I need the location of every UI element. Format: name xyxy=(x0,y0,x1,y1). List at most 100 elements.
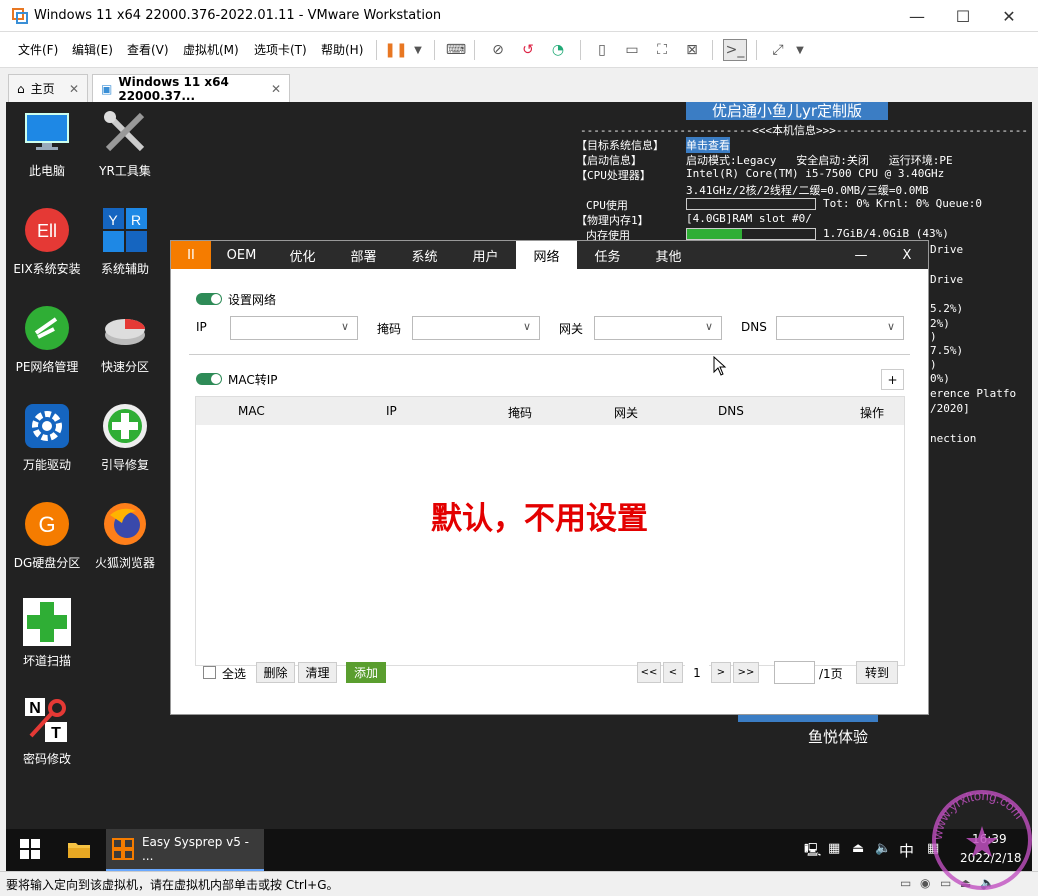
desktop-icon-boot-repair[interactable]: 引导修复 xyxy=(86,402,164,473)
desktop-icon-dg-partition[interactable]: G DG硬盘分区 xyxy=(8,500,86,571)
menu-view[interactable]: 查看(V) xyxy=(127,41,169,58)
pause-icon[interactable]: ❚❚ xyxy=(384,39,408,61)
mac-to-ip-toggle[interactable] xyxy=(196,373,222,385)
add-row-button[interactable]: + xyxy=(881,369,904,390)
ime-indicator[interactable]: 中 xyxy=(899,840,914,861)
windows-start-icon[interactable] xyxy=(20,839,40,859)
desktop-icon-firefox[interactable]: 火狐浏览器 xyxy=(86,500,164,571)
revert-snapshot-icon[interactable]: ↺ xyxy=(516,39,540,61)
info-cpu-value-2: 3.41GHz/2核/2线程/二缓=0.0MB/三缓=0.0MB xyxy=(686,184,929,197)
watermark-logo xyxy=(738,714,878,722)
network-tray-icon[interactable]: 🖳 xyxy=(804,841,821,863)
menu-bar: 文件(F) 编辑(E) 查看(V) 虚拟机(M) 选项卡(T) 帮助(H) ❚❚… xyxy=(0,32,1038,68)
send-keys-icon[interactable]: ⌨ xyxy=(444,39,468,61)
clear-button[interactable]: 清理 xyxy=(298,662,337,683)
taskbar-app-sysprep[interactable]: Easy Sysprep v5 - ... xyxy=(106,829,264,871)
desktop-icon-quick-partition[interactable]: 快速分区 xyxy=(86,304,164,375)
tab-pause[interactable]: II xyxy=(171,241,211,269)
tab-vm[interactable]: ▣ Windows 11 x64 22000.37... ✕ xyxy=(92,74,290,103)
window-title: Windows 11 x64 22000.376-2022.01.11 - VM… xyxy=(34,8,442,23)
add-button[interactable]: 添加 xyxy=(346,662,386,683)
info-fragment: 5.2%) xyxy=(930,302,964,315)
dialog-minimize-button[interactable]: — xyxy=(841,241,881,269)
info-fragment: Drive xyxy=(930,243,964,256)
tab-oem[interactable]: OEM xyxy=(211,241,272,269)
info-target-value[interactable]: 单击查看 xyxy=(686,137,730,153)
tab-other[interactable]: 其他 xyxy=(638,241,699,269)
chevron-down-icon[interactable]: ▼ xyxy=(788,39,812,61)
info-cpu-use-value: Tot: 0% Krnl: 0% Queue:0 xyxy=(823,197,982,210)
info-header: --------------------------<<<本机信息>>>----… xyxy=(580,124,1028,137)
desktop-icon-system-assist[interactable]: YR 系统辅助 xyxy=(86,206,164,277)
stretch-icon[interactable]: ⤢ xyxy=(766,39,790,61)
tab-network[interactable]: 网络 xyxy=(516,241,577,269)
set-network-toggle[interactable] xyxy=(196,293,222,305)
menu-file[interactable]: 文件(F) xyxy=(18,41,58,58)
menu-help[interactable]: 帮助(H) xyxy=(321,41,363,58)
tab-task[interactable]: 任务 xyxy=(577,241,638,269)
desktop-icon-password[interactable]: NT 密码修改 xyxy=(8,696,86,767)
close-button[interactable]: ✕ xyxy=(986,0,1032,32)
desktop-icon-driver[interactable]: 万能驱动 xyxy=(8,402,86,473)
tab-deploy[interactable]: 部署 xyxy=(333,241,394,269)
unity-icon[interactable]: ⊠ xyxy=(680,39,704,61)
menu-vm[interactable]: 虚拟机(M) xyxy=(183,41,239,58)
sidebar-toggle-icon[interactable]: ▯ xyxy=(590,39,614,61)
svg-text:G: G xyxy=(38,512,55,537)
file-explorer-icon[interactable] xyxy=(67,839,91,859)
tab-home[interactable]: ⌂ 主页 ✕ xyxy=(8,74,88,102)
terminal-icon[interactable]: >_ xyxy=(723,39,747,61)
console-view-icon[interactable]: ▭ xyxy=(620,39,644,61)
tab-system[interactable]: 系统 xyxy=(394,241,455,269)
usb-tray-icon[interactable]: ⏏ xyxy=(852,841,864,856)
mask-select[interactable]: ∨ xyxy=(412,316,540,340)
quick-partition-icon xyxy=(101,304,149,352)
fullscreen-icon[interactable]: ⛶ xyxy=(650,39,674,61)
info-cpu-use-label: CPU使用 xyxy=(586,199,628,212)
color-tray-icon[interactable]: ▦ xyxy=(828,841,840,856)
vmware-logo-icon xyxy=(12,8,28,24)
goto-button[interactable]: 转到 xyxy=(856,661,898,684)
desktop-icon-label: 万能驱动 xyxy=(22,458,71,472)
chevron-down-icon: ∨ xyxy=(704,320,713,333)
mem-usage-bar xyxy=(686,228,816,240)
hdd-status-icon[interactable]: ▭ xyxy=(900,876,911,890)
snapshot-manager-icon[interactable]: ◔ xyxy=(546,39,570,61)
page-number[interactable]: 1 xyxy=(685,662,709,683)
tab-label: Windows 11 x64 22000.37... xyxy=(118,74,229,103)
close-icon[interactable]: ✕ xyxy=(69,82,79,96)
snapshot-off-icon[interactable]: ⊘ xyxy=(486,39,510,61)
chevron-down-icon: ∨ xyxy=(340,320,349,333)
tab-optimize[interactable]: 优化 xyxy=(272,241,333,269)
desktop-icon-tools[interactable]: YR工具集 xyxy=(86,108,164,179)
ip-select[interactable]: ∨ xyxy=(230,316,358,340)
menu-edit[interactable]: 编辑(E) xyxy=(72,41,113,58)
goto-page-input[interactable] xyxy=(774,661,815,684)
dns-select[interactable]: ∨ xyxy=(776,316,904,340)
volume-muted-icon[interactable]: 🔈 xyxy=(875,841,891,856)
gateway-select[interactable]: ∨ xyxy=(594,316,722,340)
next-page-button[interactable]: > xyxy=(711,662,731,683)
dialog-close-button[interactable]: X xyxy=(887,241,927,269)
prev-page-button[interactable]: < xyxy=(663,662,683,683)
last-page-button[interactable]: >> xyxy=(733,662,759,683)
overlay-annotation: 默认，不用设置 xyxy=(431,501,648,537)
desktop-icon-bad-sector[interactable]: 坏道扫描 xyxy=(8,598,86,669)
close-icon[interactable]: ✕ xyxy=(271,82,281,96)
this-pc-icon xyxy=(23,108,71,156)
first-page-button[interactable]: << xyxy=(637,662,661,683)
tab-user[interactable]: 用户 xyxy=(455,241,516,269)
firefox-icon xyxy=(101,500,149,548)
minimize-button[interactable]: — xyxy=(894,0,940,32)
delete-button[interactable]: 删除 xyxy=(256,662,295,683)
desktop-icon-this-pc[interactable]: 此电脑 xyxy=(8,108,86,179)
desktop-icon-pe-network[interactable]: PE网络管理 xyxy=(8,304,86,375)
info-mem-label: 【物理内存1】 xyxy=(576,214,649,227)
maximize-button[interactable]: ☐ xyxy=(940,0,986,32)
pe-network-icon xyxy=(23,304,71,352)
chevron-down-icon[interactable]: ▼ xyxy=(406,39,430,61)
status-text: 要将输入定向到该虚拟机，请在虚拟机内部单击或按 Ctrl+G。 xyxy=(6,878,339,892)
desktop-icon-eix[interactable]: Ell EIX系统安装 xyxy=(8,206,86,277)
select-all-checkbox[interactable] xyxy=(203,666,216,679)
menu-tabs[interactable]: 选项卡(T) xyxy=(254,41,307,58)
